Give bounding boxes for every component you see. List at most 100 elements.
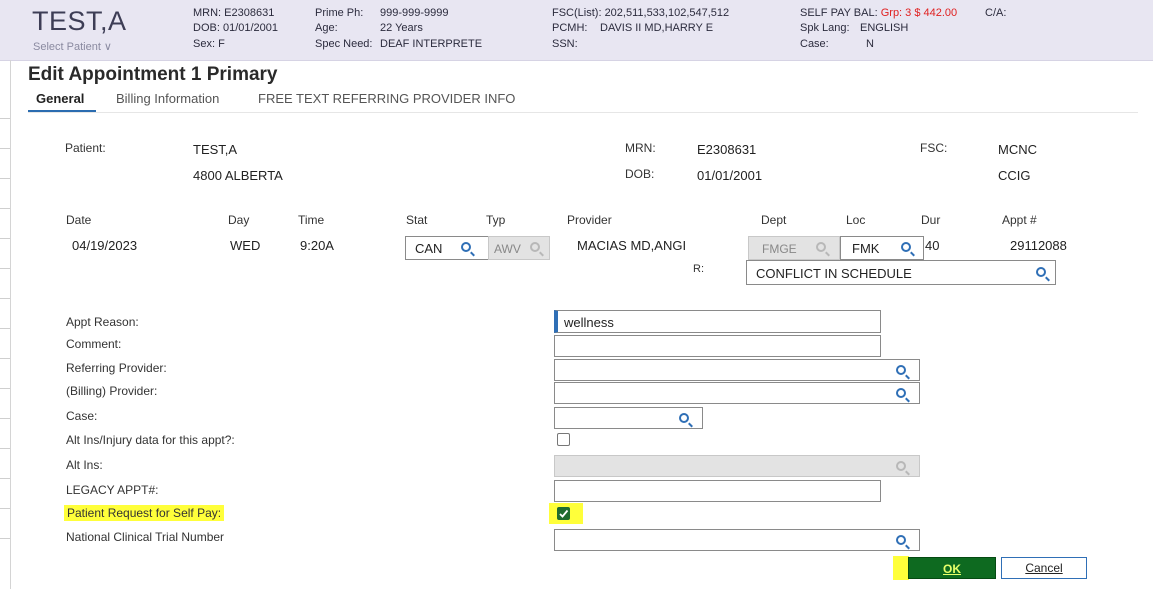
banner-spec-need: DEAF INTERPRETE: [380, 38, 483, 50]
search-icon[interactable]: [816, 242, 826, 252]
banner-ssn-label: SSN:: [552, 38, 578, 50]
r-label: R:: [693, 263, 704, 275]
loc-field[interactable]: FMK: [840, 236, 924, 260]
self-pay-request-checkbox[interactable]: [557, 507, 570, 520]
banner-sex: Sex: F: [193, 38, 225, 50]
gutter-tick: [0, 508, 10, 509]
dept-value: FMGE: [762, 242, 797, 256]
case-label: Case:: [66, 409, 98, 423]
patient-name-value: TEST,A: [193, 142, 238, 157]
appt-time: 9:20A: [300, 238, 334, 253]
gutter-tick: [0, 178, 10, 179]
ok-button[interactable]: OK: [908, 557, 996, 579]
banner-mrn: MRN: E2308631: [193, 7, 275, 19]
fsc-label: FSC:: [920, 141, 948, 155]
gutter-tick: [0, 148, 10, 149]
billing-provider-input[interactable]: [554, 382, 920, 404]
loc-value: FMK: [852, 241, 880, 256]
legacy-appt-input[interactable]: [554, 480, 881, 502]
banner-prime-ph-label: Prime Ph:: [315, 7, 364, 19]
fsc-value-1: MCNC: [998, 142, 1037, 157]
col-loc: Loc: [846, 213, 866, 227]
banner-spk-lang-label: Spk Lang:: [800, 22, 850, 34]
fsc-value-2: CCIG: [998, 168, 1031, 183]
banner-spk-lang: ENGLISH: [860, 22, 909, 34]
typ-value: AWV: [494, 242, 521, 256]
reason-code-field[interactable]: CONFLICT IN SCHEDULE: [746, 260, 1056, 285]
alt-ins-injury-checkbox[interactable]: [557, 433, 570, 446]
dob-value: 01/01/2001: [697, 168, 763, 183]
alt-ins-input[interactable]: [554, 455, 920, 477]
stat-field[interactable]: CAN: [405, 236, 489, 260]
tab-free-text-referring-provider[interactable]: FREE TEXT REFERRING PROVIDER INFO: [258, 91, 515, 106]
left-gutter: [10, 60, 11, 589]
gutter-tick: [0, 238, 10, 239]
gutter-tick: [0, 388, 10, 389]
gutter-tick: [0, 118, 10, 119]
search-icon[interactable]: [896, 535, 906, 545]
mrn-label: MRN:: [625, 141, 656, 155]
search-icon[interactable]: [896, 388, 906, 398]
ok-button-highlight: [893, 556, 909, 580]
banner-pcmh: DAVIS II MD,HARRY E: [600, 22, 714, 34]
legacy-appt-label: LEGACY APPT#:: [66, 483, 159, 497]
banner-dob: DOB: 01/01/2001: [193, 22, 279, 34]
col-date: Date: [66, 213, 92, 227]
self-pay-request-label: Patient Request for Self Pay:: [64, 505, 225, 521]
search-icon[interactable]: [896, 365, 906, 375]
gutter-tick: [0, 268, 10, 269]
banner-age-label: Age:: [315, 22, 338, 34]
appt-reason-label: Appt Reason:: [66, 315, 139, 329]
banner-age: 22 Years: [380, 22, 423, 34]
banner-ca-label: C/A:: [985, 7, 1007, 19]
case-input[interactable]: [554, 407, 703, 429]
dob-label: DOB:: [625, 167, 655, 181]
col-typ: Typ: [486, 213, 506, 227]
gutter-tick: [0, 538, 10, 539]
patient-label: Patient:: [65, 141, 106, 155]
patient-name: TEST,A: [32, 6, 127, 36]
banner-spec-need-label: Spec Need:: [315, 38, 373, 50]
search-icon[interactable]: [896, 461, 906, 471]
search-icon[interactable]: [1036, 267, 1046, 277]
banner-pcmh-label: PCMH:: [552, 22, 588, 34]
active-tab-indicator: [28, 110, 96, 112]
col-day: Day: [228, 213, 250, 227]
clinical-trial-input[interactable]: [554, 529, 920, 551]
gutter-tick: [0, 298, 10, 299]
checkmark-icon: [559, 509, 569, 518]
appt-number: 29112088: [1010, 238, 1067, 253]
alt-ins-label: Alt Ins:: [66, 458, 103, 472]
banner-fsc-list: FSC(List): 202,511,533,102,547,512: [552, 7, 730, 19]
reason-code-value: CONFLICT IN SCHEDULE: [756, 266, 912, 281]
gutter-tick: [0, 358, 10, 359]
appt-reason-input[interactable]: wellness: [554, 310, 881, 333]
patient-address: 4800 ALBERTA: [193, 168, 283, 183]
select-patient-dropdown[interactable]: Select Patient ∨: [33, 40, 112, 53]
appt-reason-value: wellness: [564, 315, 614, 330]
col-time: Time: [298, 213, 325, 227]
tab-billing-information[interactable]: Billing Information: [116, 91, 219, 106]
banner-case: N: [866, 38, 874, 50]
typ-field[interactable]: AWV: [488, 236, 550, 260]
cancel-button[interactable]: Cancel: [1001, 557, 1087, 579]
comment-label: Comment:: [66, 337, 122, 351]
appt-provider: MACIAS MD,ANGI: [577, 238, 687, 253]
search-icon[interactable]: [901, 242, 911, 252]
search-icon[interactable]: [679, 413, 689, 423]
referring-provider-label: Referring Provider:: [66, 361, 167, 375]
appt-duration: 40: [925, 238, 940, 253]
appt-day: WED: [230, 238, 261, 253]
dept-field[interactable]: FMGE: [748, 236, 840, 260]
comment-input[interactable]: [554, 335, 881, 357]
appt-date: 04/19/2023: [72, 238, 138, 253]
gutter-tick: [0, 418, 10, 419]
search-icon[interactable]: [530, 242, 540, 252]
col-appt-no: Appt #: [1002, 213, 1037, 227]
col-stat: Stat: [406, 213, 428, 227]
banner-self-pay: SELF PAY BAL: Grp: 3 $ 442.00: [800, 7, 958, 19]
search-icon[interactable]: [461, 242, 471, 252]
page-title: Edit Appointment 1 Primary: [28, 64, 278, 85]
referring-provider-input[interactable]: [554, 359, 920, 381]
tab-general[interactable]: General: [36, 91, 84, 106]
